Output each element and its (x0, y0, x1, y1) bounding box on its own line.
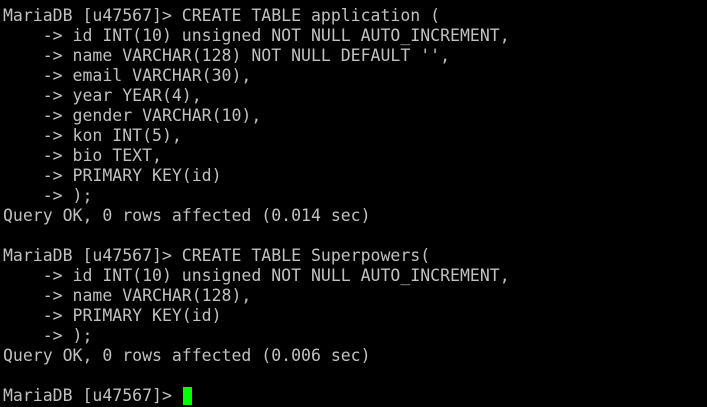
terminal-window[interactable]: MariaDB [u47567]> CREATE TABLE applicati… (0, 0, 707, 407)
terminal-line: MariaDB [u47567]> CREATE TABLE applicati… (3, 6, 441, 25)
prompt-text: MariaDB [u47567]> (3, 386, 182, 405)
terminal-line: -> email VARCHAR(30), (3, 66, 252, 85)
terminal-line: -> id INT(10) unsigned NOT NULL AUTO_INC… (3, 26, 510, 45)
terminal-line: -> name VARCHAR(128) NOT NULL DEFAULT ''… (3, 46, 451, 65)
terminal-line: -> id INT(10) unsigned NOT NULL AUTO_INC… (3, 266, 510, 285)
terminal-line: MariaDB [u47567]> CREATE TABLE Superpowe… (3, 246, 431, 265)
terminal-line: -> bio TEXT, (3, 146, 162, 165)
terminal-line: -> PRIMARY KEY(id) (3, 166, 222, 185)
query-result-line: Query OK, 0 rows affected (0.006 sec) (3, 346, 371, 365)
terminal-line: -> ); (3, 186, 93, 205)
prompt-line[interactable]: MariaDB [u47567]> (0, 386, 707, 406)
terminal-line: -> kon INT(5), (3, 126, 182, 145)
query-result-line: Query OK, 0 rows affected (0.014 sec) (3, 206, 371, 225)
terminal-line: -> gender VARCHAR(10), (3, 106, 262, 125)
terminal-line: -> ); (3, 326, 93, 345)
terminal-line: -> year YEAR(4), (3, 86, 202, 105)
terminal-line: -> name VARCHAR(128), (3, 286, 252, 305)
terminal-line: -> PRIMARY KEY(id) (3, 306, 222, 325)
text-cursor (182, 387, 192, 405)
